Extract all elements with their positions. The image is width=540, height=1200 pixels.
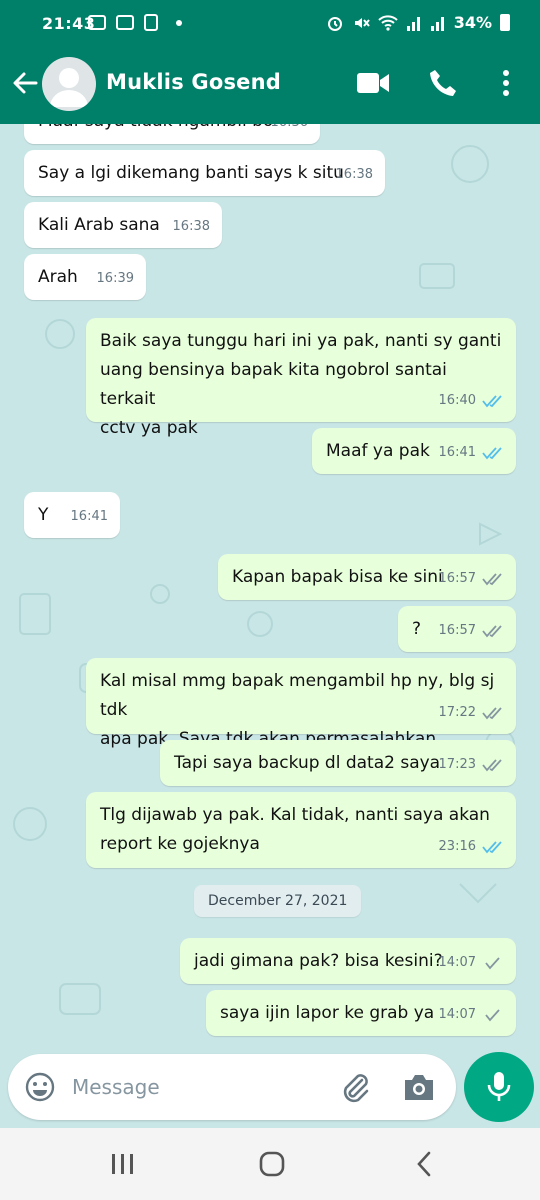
read-tick-icon (482, 446, 502, 459)
message-meta: 16:38 (336, 160, 373, 189)
message-meta: 14:07 (439, 1000, 504, 1029)
message-time: 16:36 (271, 124, 308, 137)
message-incoming[interactable]: Arah 16:39 (24, 254, 146, 300)
message-meta: 16:40 (439, 386, 504, 415)
message-time: 23:16 (438, 839, 476, 854)
message-meta: 23:16 (439, 832, 504, 861)
attach-icon[interactable] (338, 1070, 372, 1104)
status-bar: 21:43 34% (0, 0, 540, 48)
message-time: 17:23 (438, 757, 476, 772)
message-time: 16:57 (438, 571, 476, 586)
read-tick-icon (482, 840, 502, 853)
message-time: 16:40 (438, 393, 476, 408)
message-meta: 16:57 (439, 564, 504, 593)
message-outgoing[interactable]: Kal misal mmg bapak mengambil hp ny, blg… (86, 658, 516, 749)
battery-percent: 34% (453, 13, 492, 32)
message-time: 16:57 (438, 623, 476, 638)
signal-1-icon (406, 16, 420, 31)
message-meta: 17:22 (439, 698, 504, 727)
message-meta: 16:39 (97, 264, 134, 293)
delivered-tick-icon (482, 624, 502, 637)
message-text: Maaf saya tidak ngambil bo (38, 124, 306, 136)
signal-2-icon (430, 16, 444, 31)
battery-icon (500, 14, 510, 31)
mic-icon (487, 1072, 511, 1101)
sent-tick-icon (485, 1008, 500, 1021)
message-input[interactable]: Message (72, 1075, 160, 1099)
message-outgoing[interactable]: Maaf ya pak 16:41 (312, 428, 516, 474)
message-time: 16:39 (96, 271, 134, 286)
message-meta: 17:23 (439, 750, 504, 779)
back-nav-icon[interactable] (414, 1150, 434, 1178)
message-outgoing[interactable]: ? 16:57 (398, 606, 516, 652)
message-incoming[interactable]: Y 16:41 (24, 492, 120, 538)
message-outgoing[interactable]: Tapi saya backup dl data2 saya 17:23 (160, 740, 516, 786)
message-incoming[interactable]: Maaf saya tidak ngambil bo 16:36 (24, 124, 320, 144)
message-time: 16:41 (70, 509, 108, 524)
more-vert-icon[interactable] (498, 68, 514, 98)
voice-record-button[interactable] (464, 1052, 534, 1122)
message-text-line: Baik saya tunggu hari ini ya pak, nanti … (100, 331, 502, 351)
message-outgoing[interactable]: Kapan bapak bisa ke sini 16:57 (218, 554, 516, 600)
message-time: 17:22 (438, 705, 476, 720)
message-meta: 16:41 (439, 438, 504, 467)
message-outgoing[interactable]: saya ijin lapor ke grab ya 14:07 (206, 990, 516, 1036)
message-time: 16:38 (172, 219, 210, 234)
message-time: 16:38 (335, 167, 373, 182)
message-outgoing[interactable]: Tlg dijawab ya pak. Kal tidak, nanti say… (86, 792, 516, 868)
avatar-icon (50, 68, 88, 107)
message-incoming[interactable]: Kali Arab sana 16:38 (24, 202, 222, 248)
message-composer: Message (8, 1054, 456, 1120)
contact-name[interactable]: Muklis Gosend (106, 70, 281, 94)
wifi-icon (378, 14, 398, 31)
gallery-notification-icon (116, 15, 134, 30)
message-time: 14:07 (438, 955, 476, 970)
chat-header: Muklis Gosend (0, 48, 540, 124)
message-notification-icon (88, 15, 106, 30)
date-divider: December 27, 2021 (194, 885, 362, 917)
read-tick-icon (482, 394, 502, 407)
home-icon[interactable] (258, 1150, 286, 1178)
chat-area[interactable]: Maaf saya tidak ngambil bo 16:36 Say a l… (0, 124, 540, 1052)
delivered-tick-icon (482, 758, 502, 771)
message-meta: 16:41 (71, 502, 108, 531)
recents-icon[interactable] (110, 1152, 136, 1176)
alarm-icon (327, 16, 342, 31)
message-meta: 16:36 (271, 124, 308, 137)
message-outgoing[interactable]: Baik saya tunggu hari ini ya pak, nanti … (86, 318, 516, 438)
avatar[interactable] (42, 57, 96, 111)
message-time: 14:07 (438, 1007, 476, 1022)
message-time: 16:41 (438, 445, 476, 460)
message-text: Say a lgi dikemang banti says k situ (38, 163, 344, 183)
shop-notification-icon (144, 14, 158, 31)
video-call-icon[interactable] (356, 70, 390, 96)
more-notifications-icon (176, 19, 182, 26)
emoji-icon[interactable] (24, 1071, 56, 1103)
message-incoming[interactable]: Say a lgi dikemang banti says k situ 16:… (24, 150, 385, 196)
delivered-tick-icon (482, 572, 502, 585)
camera-icon[interactable] (402, 1071, 436, 1103)
message-meta: 16:38 (173, 212, 210, 241)
message-meta: 16:57 (439, 616, 504, 645)
phone-icon[interactable] (428, 68, 458, 98)
notification-icons (88, 14, 182, 31)
delivered-tick-icon (482, 706, 502, 719)
system-icons: 34% (326, 13, 510, 32)
message-meta: 14:07 (439, 948, 504, 977)
back-arrow-icon[interactable] (10, 68, 40, 98)
message-text-line: Tlg dijawab ya pak. Kal tidak, nanti say… (100, 805, 490, 825)
message-outgoing[interactable]: jadi gimana pak? bisa kesini? 14:07 (180, 938, 516, 984)
system-nav-bar (0, 1128, 540, 1200)
mute-icon (354, 17, 370, 28)
sent-tick-icon (485, 956, 500, 969)
